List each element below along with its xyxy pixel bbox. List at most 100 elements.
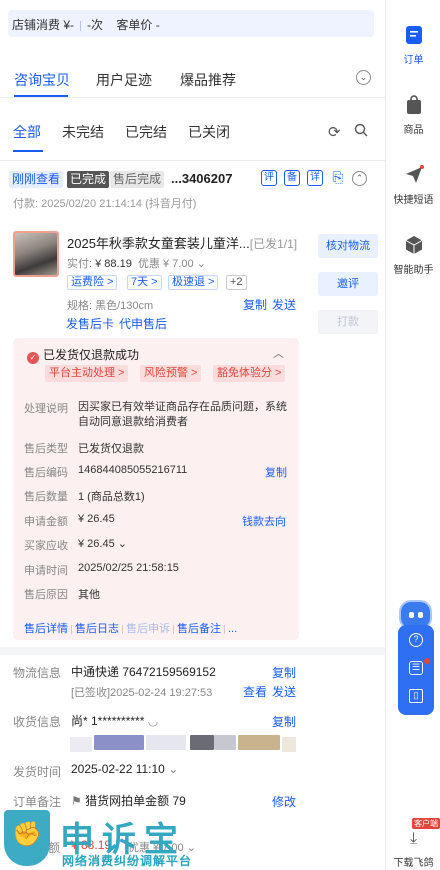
detail-icon[interactable]: 详 <box>307 170 323 186</box>
row-label: 处理说明 <box>24 403 68 415</box>
refund-footer: 售后详情 售后日志 售后申诉 售后备注... <box>24 620 237 636</box>
watermark-shield-logo: ✊ <box>4 810 50 866</box>
edit-remark-link[interactable]: 修改 <box>272 793 296 810</box>
invite-review-button[interactable]: 邀评 <box>318 272 378 296</box>
sidebar-item-label: 智能助手 <box>393 265 434 276</box>
sidebar-item-assistant[interactable]: 智能助手 <box>386 235 440 276</box>
row-label: 申请时间 <box>24 565 68 577</box>
check-logistics-button[interactable]: 核对物流 <box>318 234 378 258</box>
eye-icon[interactable]: ◡ <box>148 714 158 728</box>
tag-7day[interactable]: 7天 > <box>127 275 162 290</box>
sidebar-item-quick-phrase[interactable]: 快捷短语 <box>386 165 440 206</box>
flag-icon: ⚑ <box>71 794 82 808</box>
price-value: ¥ 88.19 <box>95 258 132 270</box>
right-sidebar: 订单 商品 快捷短语 智能助手 客户端 ⤓ 下载飞鸽 <box>385 0 440 870</box>
help-icon[interactable]: ? <box>409 633 423 647</box>
send-logistics-link[interactable]: 发送 <box>272 683 296 700</box>
pay-time: 付款: 2025/02/20 21:14:14 (抖音月付) <box>13 198 197 210</box>
buyer-receivable[interactable]: ¥ 26.45 ⌄ <box>78 537 127 550</box>
exempt-score-chip[interactable]: 豁免体验分 > <box>213 365 286 382</box>
tag-more[interactable]: +2 <box>226 275 247 290</box>
view-logistics-link[interactable]: 查看 <box>243 683 267 700</box>
order-icon <box>403 25 425 47</box>
copy-spec-link[interactable]: 复制 <box>243 296 267 313</box>
tab-finished[interactable]: 已完结 <box>125 122 167 142</box>
price-label: 实付: <box>67 258 93 270</box>
copy-receiver-link[interactable]: 复制 <box>272 713 296 730</box>
risk-warning-chip[interactable]: 风险预警 > <box>140 365 202 382</box>
aftersale-note-link[interactable]: 售后备注 <box>177 623 221 635</box>
sidebar-item-label: 快捷短语 <box>393 195 434 206</box>
remark-text: 猎货网拍单金额 79 <box>85 794 186 808</box>
send-icon <box>403 165 425 187</box>
tab-unfinished[interactable]: 未完结 <box>62 122 104 142</box>
send-spec-link[interactable]: 发送 <box>272 296 296 313</box>
check-circle-icon: ✓ <box>27 352 39 364</box>
spec-label: 规格: <box>67 300 93 312</box>
shipped-count: [已发1/1] <box>249 237 298 251</box>
chevron-down-icon: ⌄ <box>117 538 127 550</box>
remark-value: ⚑ 猎货网拍单金额 79 <box>71 792 186 809</box>
tag-fast-refund[interactable]: 极速退 > <box>168 275 219 290</box>
contact-icon[interactable]: ☰ <box>409 661 423 675</box>
book-icon[interactable]: ▯ <box>409 689 423 703</box>
shop-count: -次 <box>87 18 104 32</box>
tag-freight-insurance[interactable]: 运费险 > <box>67 275 118 290</box>
more-link[interactable]: ... <box>228 623 237 635</box>
bag-icon <box>403 95 425 117</box>
chevron-down-icon[interactable]: ⌄ <box>168 762 178 776</box>
tab-hot-items[interactable]: 爆品推荐 <box>180 70 236 90</box>
download-icon: ⤓ <box>409 830 418 847</box>
aftersale-detail-link[interactable]: 售后详情 <box>24 623 68 635</box>
receiver-name-phone: 尚* 1********** <box>71 714 145 728</box>
download-feige[interactable]: 客户端 ⤓ 下载飞鸽 <box>386 818 440 869</box>
refresh-icon[interactable]: ⟳ <box>328 123 341 141</box>
status-badge: 已完成 <box>67 171 110 188</box>
shop-spend: 店铺消费 ¥- <box>12 18 75 32</box>
ship-time-value: 2025-02-22 11:10 ⌄ <box>71 762 178 776</box>
product-title[interactable]: 2025年秋季款女童套装儿童洋...[已发1/1] <box>67 233 297 252</box>
tab-user-footprint[interactable]: 用户足迹 <box>96 70 152 90</box>
watermark-subtitle: 网络消费纠纷调解平台 <box>62 854 193 868</box>
review-icon[interactable]: 评 <box>261 170 277 186</box>
apply-aftersale-link[interactable]: 代申售后 <box>119 315 167 332</box>
tab-all[interactable]: 全部 <box>13 122 41 142</box>
money-flow-link[interactable]: 钱款去向 <box>242 513 286 529</box>
recently-viewed-badge: 刚刚查看 <box>9 171 64 188</box>
tab-closed[interactable]: 已关闭 <box>188 122 230 142</box>
document-icon[interactable]: ⎘ <box>330 170 346 186</box>
receiver-label: 收货信息 <box>13 715 62 729</box>
note-icon[interactable]: 备 <box>284 170 300 186</box>
aftersale-type: 已发货仅退款 <box>78 443 144 455</box>
platform-handling-chip[interactable]: 平台主动处理 > <box>45 365 129 382</box>
tab-consult-item[interactable]: 咨询宝贝 <box>14 70 70 90</box>
notification-dot <box>424 658 430 664</box>
app-root: 店铺消费 ¥- -次 客单价 - 咨询宝贝 用户足迹 爆品推荐 ⌄ 全部 未完结 … <box>0 0 440 870</box>
download-label: 下载飞鸽 <box>393 858 434 869</box>
sidebar-item-product[interactable]: 商品 <box>386 95 440 136</box>
aftersale-appeal-link[interactable]: 售后申诉 <box>126 623 170 635</box>
sidebar-item-order[interactable]: 订单 <box>386 25 440 66</box>
send-aftersale-card-link[interactable]: 发售后卡 <box>66 315 114 332</box>
cube-icon <box>403 235 425 257</box>
spec-line: 规格: 黑色/130cm <box>67 297 153 313</box>
apply-time: 2025/02/25 21:58:15 <box>78 562 179 574</box>
chevron-down-icon[interactable]: ⌄ <box>194 258 206 270</box>
pay-button[interactable]: 打款 <box>318 310 378 334</box>
row-label: 售后数量 <box>24 491 68 503</box>
ship-time-label: 发货时间 <box>13 765 62 779</box>
copy-code-link[interactable]: 复制 <box>265 464 287 480</box>
refund-header[interactable]: ✓ 已发货仅退款成功 <box>27 346 139 364</box>
floating-toolbar: ? ☰ ▯ <box>398 625 434 715</box>
aftersale-log-link[interactable]: 售后日志 <box>75 623 119 635</box>
product-image[interactable] <box>13 231 59 277</box>
copy-logistics-link[interactable]: 复制 <box>272 664 296 681</box>
shop-stats-bar: 店铺消费 ¥- -次 客单价 - <box>8 10 374 37</box>
avg-order-price: 客单价 - <box>116 18 160 32</box>
spec-value: 黑色/130cm <box>95 300 154 312</box>
apply-amount: ¥ 26.45 <box>78 513 115 525</box>
search-icon[interactable] <box>354 123 368 141</box>
chevron-up-icon[interactable]: ︿ <box>273 345 284 361</box>
chevron-down-icon[interactable]: ⌄ <box>356 70 371 85</box>
chevron-up-icon[interactable]: ⌃ <box>352 171 367 186</box>
